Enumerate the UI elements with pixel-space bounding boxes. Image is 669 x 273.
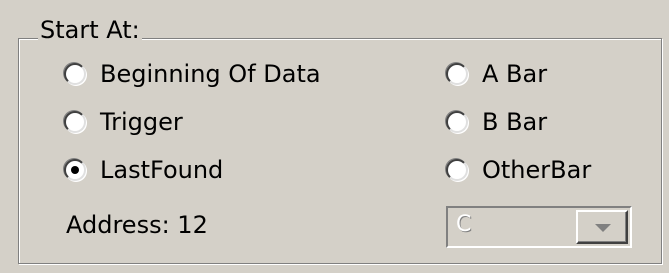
dropdown-button[interactable]: [576, 210, 628, 244]
radio-b-bar[interactable]: B Bar: [446, 105, 547, 139]
radio-button-icon[interactable]: [446, 159, 468, 181]
chevron-down-icon: [595, 224, 611, 232]
radio-button-icon[interactable]: [446, 63, 468, 85]
other-bar-select[interactable]: C: [446, 206, 632, 248]
radio-label: OtherBar: [482, 156, 592, 184]
radio-label: Trigger: [100, 108, 183, 136]
radio-beginning-of-data[interactable]: Beginning Of Data: [64, 57, 321, 91]
radio-label: A Bar: [482, 60, 548, 88]
radio-button-icon[interactable]: [446, 111, 468, 133]
address-label: Address: 12: [66, 211, 208, 239]
radio-label: B Bar: [482, 108, 548, 136]
radio-button-icon[interactable]: [64, 63, 86, 85]
radio-other-bar[interactable]: OtherBar: [446, 153, 591, 187]
select-value: C: [456, 212, 472, 237]
start-at-legend: Start At:: [38, 15, 142, 45]
radio-button-icon[interactable]: [64, 111, 86, 133]
radio-trigger[interactable]: Trigger: [64, 105, 183, 139]
radio-label: LastFound: [100, 156, 224, 184]
radio-label: Beginning Of Data: [100, 60, 321, 88]
radio-a-bar[interactable]: A Bar: [446, 57, 547, 91]
radio-button-checked-icon[interactable]: [64, 159, 86, 181]
radio-lastfound[interactable]: LastFound: [64, 153, 223, 187]
